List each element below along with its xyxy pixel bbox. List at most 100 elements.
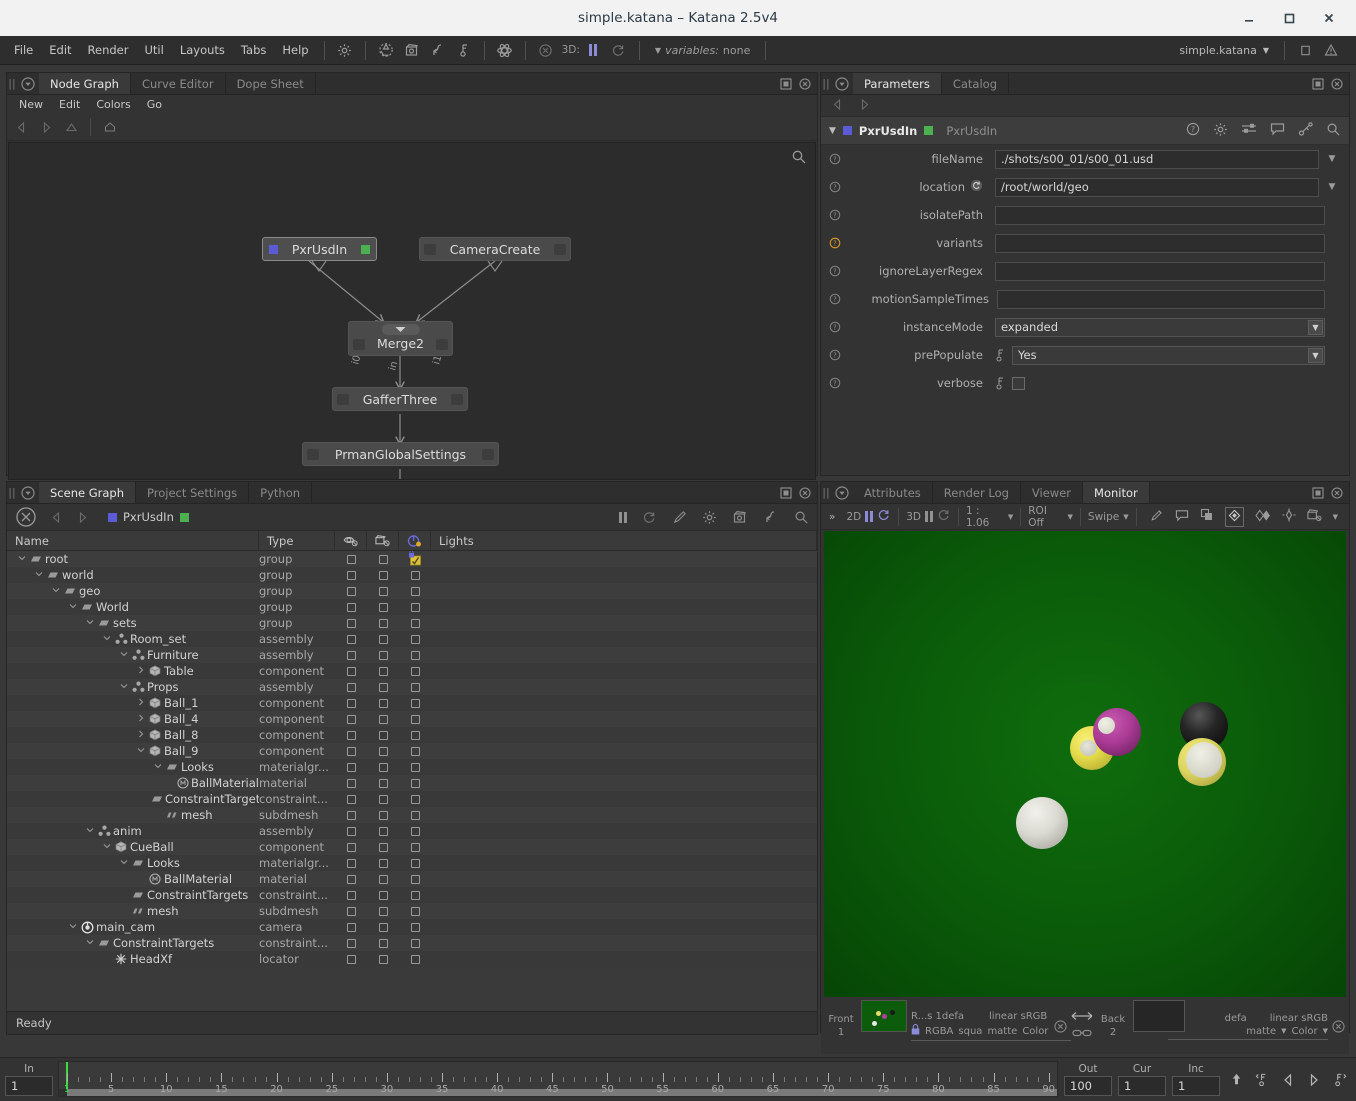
tab-catalog[interactable]: Catalog [942,73,1009,94]
scene-graph-row-name[interactable]: ConstraintTargets [7,887,259,903]
ng-menu-colors[interactable]: Colors [88,96,138,113]
render-checkbox[interactable] [367,727,399,743]
float-pane-icon[interactable] [1312,77,1324,90]
scene-graph-row-name[interactable]: Ball_1 [7,695,259,711]
chevron-down-icon[interactable]: ▼ [1333,513,1338,521]
monitor-swipe-group[interactable]: Swipe ▼ [1081,507,1137,526]
close-pane-icon[interactable] [799,486,811,499]
eyedropper-icon[interactable] [1150,508,1164,525]
live-checkbox[interactable] [399,935,431,951]
visibility-checkbox[interactable] [335,711,367,727]
visibility-checkbox[interactable] [335,807,367,823]
live-checkbox[interactable] [399,551,431,567]
key-prev-icon[interactable] [1252,1070,1272,1090]
key-next-icon[interactable] [1330,1070,1350,1090]
chevron-down-icon[interactable]: ▼ [1325,182,1339,192]
monitor-viewport[interactable] [824,531,1346,997]
visibility-checkbox[interactable] [335,631,367,647]
expander-icon[interactable] [83,825,97,838]
back-buffer-thumbnail[interactable] [1133,1000,1185,1032]
nav-back-icon[interactable] [50,511,63,524]
front-channel[interactable]: RGBA [925,1026,953,1037]
visibility-checkbox[interactable] [335,615,367,631]
render-checkbox[interactable] [367,711,399,727]
scene-graph-row-name[interactable]: BallMaterial [7,775,259,791]
out-frame-input[interactable]: 100 [1064,1076,1112,1096]
live-checkbox[interactable] [399,791,431,807]
node-flags-icon[interactable] [1241,122,1257,139]
visibility-checkbox[interactable] [335,871,367,887]
close-pane-icon[interactable] [1331,77,1343,90]
column-header-visibility[interactable] [335,531,367,550]
render-checkbox[interactable] [367,583,399,599]
duplicate-icon[interactable] [1200,508,1214,525]
pause-2d-icon[interactable] [865,511,874,522]
render-checkbox[interactable] [367,599,399,615]
live-checkbox[interactable] [399,855,431,871]
scene-graph-row[interactable]: HeadXf locator [7,951,817,967]
visibility-checkbox[interactable] [335,951,367,967]
scene-graph-row[interactable]: ConstraintTargets constraint... [7,887,817,903]
monitor-zoom-group[interactable]: 1 : 1.06 ▼ [959,505,1022,529]
scene-graph-row-name[interactable]: Ball_9 [7,743,259,759]
scene-graph-row[interactable]: CueBall component [7,839,817,855]
gear-icon[interactable] [332,39,358,61]
expander-icon[interactable] [32,569,46,582]
render-checkbox[interactable] [367,887,399,903]
render-checkbox[interactable] [367,903,399,919]
param-select-prepopulate[interactable]: Yes ▼ [1012,345,1325,365]
visibility-checkbox[interactable] [335,759,367,775]
current-frame-input[interactable]: 1 [1118,1076,1166,1096]
expander-icon[interactable] [134,729,148,742]
scene-graph-row-name[interactable]: CueBall [7,839,259,855]
scene-graph-row-name[interactable]: Props [7,679,259,695]
minimize-button[interactable] [1240,9,1258,27]
tab-python[interactable]: Python [249,482,313,503]
target-icon[interactable] [1282,508,1296,525]
expander-icon[interactable] [117,649,131,662]
chevron-down-icon[interactable]: ▼ [1323,1027,1328,1035]
wrench-icon[interactable] [1298,121,1313,140]
fkey-icon[interactable] [995,348,1006,363]
visibility-checkbox[interactable] [335,679,367,695]
chevron-down-icon[interactable]: ▼ [1308,319,1323,335]
scene-graph-row[interactable]: root group [7,551,817,567]
menu-layouts[interactable]: Layouts [172,40,233,60]
scene-graph-row[interactable]: ConstraintTargets constraint... [7,935,817,951]
scene-graph-row-name[interactable]: main_cam [7,919,259,935]
scene-graph-row[interactable]: mesh subdmesh [7,903,817,919]
param-input-isolatepath[interactable] [995,205,1325,225]
tab-render-log[interactable]: Render Log [933,482,1021,503]
search-icon[interactable] [794,510,809,525]
nav-forward-icon[interactable] [40,121,53,134]
render-checkbox[interactable] [367,743,399,759]
scene-graph-row-name[interactable]: Table [7,663,259,679]
menu-edit[interactable]: Edit [41,40,79,60]
in-frame-input[interactable]: 1 [5,1076,53,1096]
render-checkbox[interactable] [367,775,399,791]
chevron-down-icon[interactable]: ▼ [1123,513,1128,521]
revert-icon[interactable] [970,179,983,195]
scene-graph-row[interactable]: world group [7,567,817,583]
pane-grip-handle[interactable]: || [821,73,831,94]
recycle-icon[interactable] [373,39,399,61]
expander-icon[interactable] [151,761,165,774]
pane-menu-icon[interactable] [831,482,853,503]
pause-render-icon[interactable] [580,39,606,61]
warning-icon[interactable] [1318,39,1344,61]
step-back-icon[interactable] [1278,1070,1298,1090]
mode-2d-label[interactable]: 2D [846,511,861,523]
chevron-down-icon[interactable]: ▼ [1308,347,1323,363]
expander-icon[interactable] [100,841,114,854]
chevron-down-icon[interactable]: ▼ [1281,1027,1286,1035]
refresh-2d-icon[interactable] [877,508,891,525]
front-extra[interactable]: squa [958,1026,982,1037]
compare-icon[interactable] [1255,509,1271,525]
expander-icon[interactable] [134,665,148,678]
render-preview-icon[interactable] [492,39,518,61]
gear-icon[interactable] [702,510,717,525]
pencil-icon[interactable] [672,510,687,525]
scene-graph-row[interactable]: Looks materialgr... [7,855,817,871]
visibility-checkbox[interactable] [335,695,367,711]
front-color[interactable]: Color [1022,1026,1048,1037]
